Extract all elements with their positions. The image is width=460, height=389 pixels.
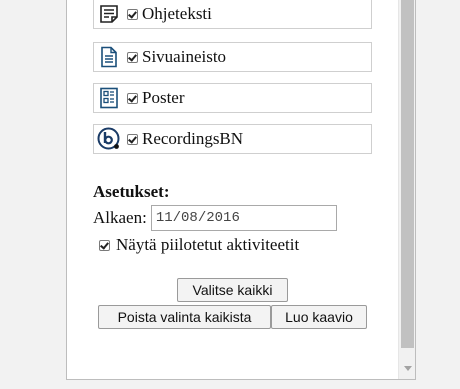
- bigbluebutton-icon: [97, 127, 121, 151]
- show-hidden-checkbox[interactable]: [99, 239, 110, 251]
- scroll-down-arrow-icon[interactable]: [399, 361, 415, 375]
- scroll-thumb[interactable]: [401, 0, 414, 348]
- show-hidden-row[interactable]: Näytä piilotetut aktiviteetit: [93, 235, 299, 255]
- poster-icon: [97, 86, 121, 110]
- vertical-scrollbar[interactable]: [398, 0, 415, 379]
- page-icon: [97, 45, 121, 69]
- module-item-sivuaineisto[interactable]: Sivuaineisto: [93, 42, 372, 72]
- deselect-all-button[interactable]: Poista valinta kaikista: [98, 305, 271, 329]
- module-label: RecordingsBN: [142, 129, 244, 148]
- settings-heading: Asetukset:: [93, 182, 170, 201]
- module-checkbox-ohjeteksti[interactable]: [127, 8, 138, 20]
- module-label: Sivuaineisto: [142, 47, 227, 66]
- module-label: Ohjeteksti: [142, 4, 212, 23]
- module-item-ohjeteksti[interactable]: Ohjeteksti: [93, 0, 372, 29]
- module-checkbox-sivuaineisto[interactable]: [127, 51, 138, 63]
- module-item-recordingsbn[interactable]: RecordingsBN: [93, 124, 372, 154]
- module-item-poster[interactable]: Poster: [93, 83, 372, 113]
- start-date-row: Alkaen:: [93, 205, 337, 231]
- panel-content: Ohjeteksti Sivuaineisto Poster Recording…: [67, 0, 397, 379]
- document-lines-icon: [97, 2, 121, 26]
- create-chart-button[interactable]: Luo kaavio: [271, 305, 367, 329]
- select-all-button[interactable]: Valitse kaikki: [177, 278, 288, 302]
- module-label: Poster: [142, 88, 185, 107]
- module-checkbox-poster[interactable]: [127, 92, 138, 104]
- start-date-input[interactable]: [150, 205, 337, 231]
- module-checkbox-recordingsbn[interactable]: [127, 133, 138, 145]
- start-date-label: Alkaen:: [93, 208, 147, 227]
- show-hidden-label: Näytä piilotetut aktiviteetit: [116, 235, 300, 254]
- settings-panel: Ohjeteksti Sivuaineisto Poster Recording…: [66, 0, 416, 380]
